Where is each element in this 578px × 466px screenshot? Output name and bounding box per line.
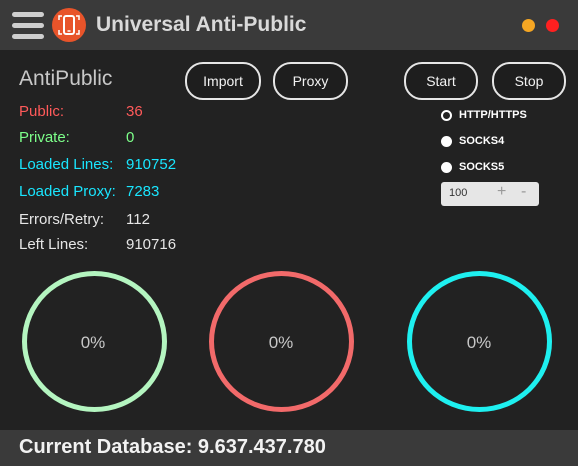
private-progress-label: 0% bbox=[268, 333, 294, 352]
threads-stepper[interactable]: 100 + - bbox=[441, 182, 539, 206]
loaded-proxy-label: Loaded Proxy: bbox=[19, 183, 116, 200]
current-database-label: Current Database: 9.637.437.780 bbox=[19, 436, 326, 458]
threads-value[interactable]: 100 bbox=[449, 187, 467, 199]
private-label: Private: bbox=[19, 129, 70, 146]
left-lines-label: Left Lines: bbox=[19, 236, 89, 253]
title-bar[interactable]: Universal Anti-Public bbox=[0, 0, 578, 50]
start-button[interactable]: Start bbox=[404, 62, 478, 100]
loaded-progress-label: 0% bbox=[466, 333, 492, 352]
app-window: Universal Anti-Public AntiPublic Import … bbox=[0, 0, 578, 466]
public-value: 36 bbox=[126, 103, 143, 120]
public-progress-label: 0% bbox=[80, 333, 106, 352]
radio-indicator[interactable] bbox=[441, 110, 452, 121]
radio-label: HTTP/HTTPS bbox=[459, 109, 527, 121]
increment-button[interactable]: + bbox=[497, 183, 506, 201]
brand-label: AntiPublic bbox=[19, 67, 113, 90]
radio-label: SOCKS4 bbox=[459, 135, 505, 147]
close-button[interactable] bbox=[546, 19, 559, 32]
radio-indicator[interactable] bbox=[441, 162, 452, 173]
phone-icon bbox=[52, 8, 86, 42]
public-label: Public: bbox=[19, 103, 65, 120]
stop-button[interactable]: Stop bbox=[492, 62, 566, 100]
decrement-button[interactable]: - bbox=[521, 183, 526, 201]
proxy-button[interactable]: Proxy bbox=[273, 62, 348, 100]
radio-label: SOCKS5 bbox=[459, 161, 505, 173]
radio-indicator[interactable] bbox=[441, 136, 452, 147]
minimize-button[interactable] bbox=[522, 19, 535, 32]
loaded-proxy-value: 7283 bbox=[126, 183, 160, 200]
errors-retry-value: 112 bbox=[126, 211, 150, 228]
loaded-lines-label: Loaded Lines: bbox=[19, 156, 114, 173]
left-lines-value: 910716 bbox=[126, 236, 177, 253]
loaded-lines-value: 910752 bbox=[126, 156, 177, 173]
menu-icon[interactable] bbox=[12, 12, 44, 40]
status-bar: Current Database: 9.637.437.780 bbox=[0, 430, 578, 466]
window-title: Universal Anti-Public bbox=[96, 13, 307, 36]
errors-retry-label: Errors/Retry: bbox=[19, 211, 105, 228]
private-value: 0 bbox=[126, 129, 135, 146]
import-button[interactable]: Import bbox=[185, 62, 261, 100]
